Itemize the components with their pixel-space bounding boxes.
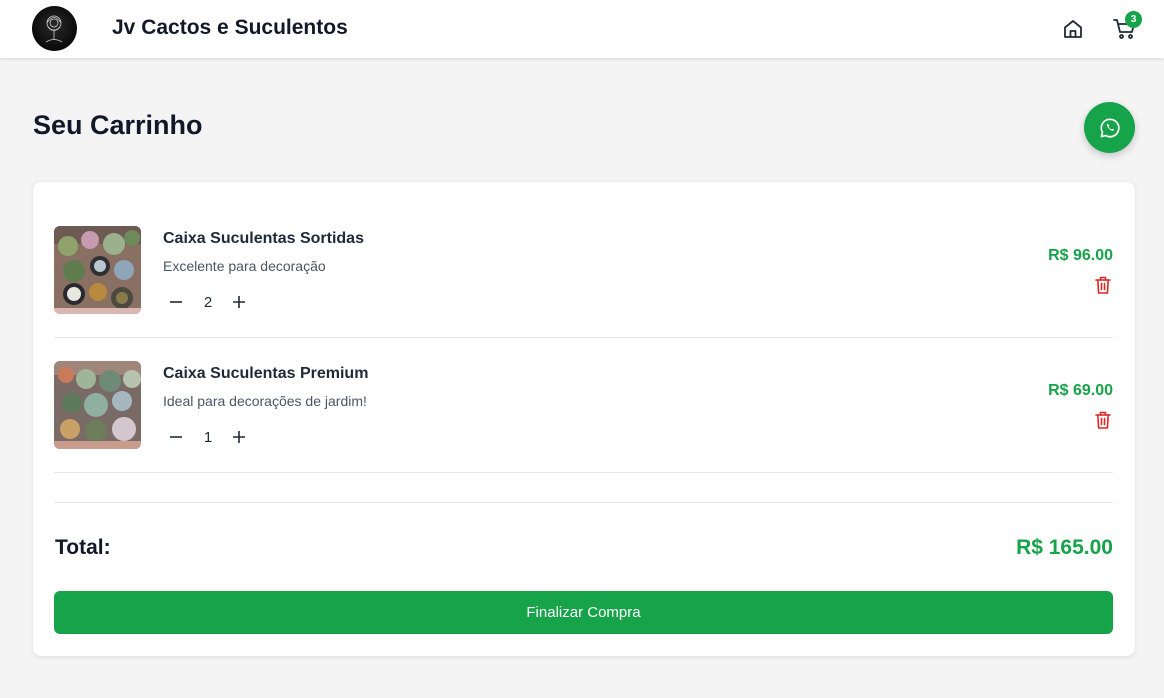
item-price: R$ 96.00	[1048, 247, 1113, 264]
cart-card: Caixa Suculentas Sortidas Excelente para…	[33, 182, 1135, 656]
total-value: R$ 165.00	[1016, 536, 1113, 559]
minus-icon	[170, 301, 182, 303]
plus-icon	[233, 431, 245, 443]
brand-logo[interactable]	[32, 6, 77, 51]
item-description: Ideal para decorações de jardim!	[163, 393, 367, 409]
plus-icon	[233, 296, 245, 308]
total-label: Total:	[55, 536, 111, 559]
brand-title[interactable]: Jv Cactos e Suculentos	[112, 16, 348, 40]
item-name[interactable]: Caixa Suculentas Premium	[163, 365, 368, 383]
product-image[interactable]	[54, 361, 141, 449]
item-price: R$ 69.00	[1048, 382, 1113, 399]
page-title: Seu Carrinho	[33, 110, 203, 140]
whatsapp-button[interactable]	[1084, 102, 1135, 153]
cart-item: Caixa Suculentas Premium Ideal para deco…	[54, 338, 1113, 473]
item-name[interactable]: Caixa Suculentas Sortidas	[163, 230, 364, 248]
summary-divider	[54, 502, 1113, 503]
minus-icon	[170, 436, 182, 438]
trash-icon[interactable]	[1094, 410, 1112, 430]
increase-quantity-button[interactable]	[229, 292, 249, 312]
cart-item: Caixa Suculentas Sortidas Excelente para…	[54, 203, 1113, 338]
cart-count-badge: 3	[1125, 11, 1142, 28]
top-header: Jv Cactos e Suculentos 3	[0, 0, 1164, 58]
quantity-value: 1	[203, 429, 213, 446]
home-icon[interactable]	[1061, 17, 1085, 41]
decrease-quantity-button[interactable]	[166, 427, 186, 447]
product-image[interactable]	[54, 226, 141, 314]
decrease-quantity-button[interactable]	[166, 292, 186, 312]
checkout-button[interactable]: Finalizar Compra	[54, 591, 1113, 634]
whatsapp-icon	[1099, 117, 1120, 138]
trash-icon[interactable]	[1094, 275, 1112, 295]
quantity-value: 2	[203, 294, 213, 311]
increase-quantity-button[interactable]	[229, 427, 249, 447]
item-description: Excelente para decoração	[163, 258, 326, 274]
